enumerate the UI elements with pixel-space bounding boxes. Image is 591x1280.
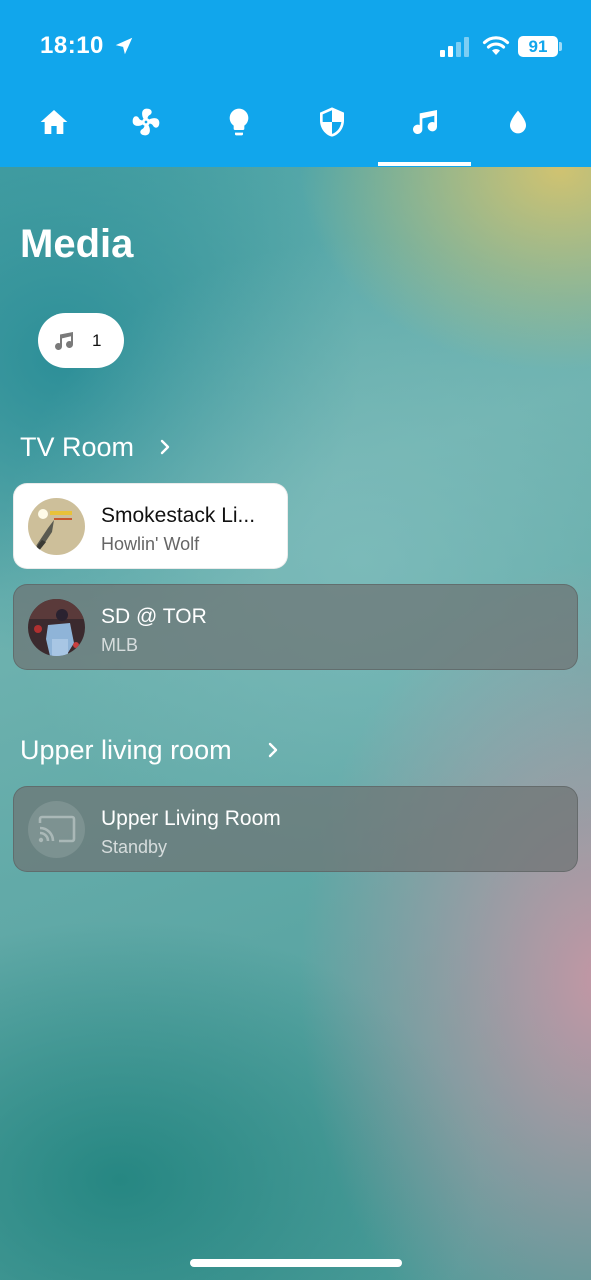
media-player-name: Upper Living Room <box>101 807 281 830</box>
media-channel: MLB <box>101 635 139 655</box>
cellular-signal-icon <box>440 37 469 57</box>
cast-icon-wrapper <box>28 801 85 858</box>
music-note-icon <box>413 110 437 135</box>
section-title-upper-living-room[interactable]: Upper living room <box>20 735 232 766</box>
media-filter-chip[interactable]: 1 <box>38 313 124 368</box>
section-title-tv-room[interactable]: TV Room <box>20 432 134 463</box>
chip-count: 1 <box>92 331 102 350</box>
media-title: SD @ TOR <box>101 605 207 628</box>
location-arrow-icon <box>115 37 133 55</box>
tab-security[interactable] <box>286 98 378 166</box>
fan-icon <box>132 108 160 136</box>
media-player-card[interactable]: Smokestack Li... Howlin' Wolf <box>13 483 288 569</box>
chevron-right-icon[interactable] <box>158 438 172 456</box>
media-player-card[interactable]: Upper Living Room Standby <box>13 786 578 872</box>
tab-fan[interactable] <box>100 98 192 166</box>
media-player-card[interactable]: SD @ TOR MLB <box>13 584 578 670</box>
cast-icon <box>38 815 76 843</box>
home-indicator[interactable] <box>190 1259 402 1267</box>
battery-nub <box>559 42 562 51</box>
chevron-right-icon[interactable] <box>266 741 280 759</box>
home-icon <box>40 110 68 134</box>
media-artist: Howlin' Wolf <box>101 534 200 554</box>
status-time: 18:10 <box>40 32 104 59</box>
lightbulb-icon <box>229 108 249 136</box>
game-thumbnail <box>28 599 85 656</box>
tab-water[interactable] <box>472 98 564 166</box>
media-title: Smokestack Li... <box>101 504 256 527</box>
media-state: Standby <box>101 837 168 857</box>
shield-icon <box>320 107 344 137</box>
tab-home[interactable] <box>8 98 100 166</box>
water-drop-icon <box>510 110 526 134</box>
page-title: Media <box>20 222 134 266</box>
top-bar: 18:10 91 <box>0 0 591 167</box>
music-note-icon <box>55 332 73 351</box>
wifi-icon <box>482 36 510 55</box>
album-art <box>28 498 85 555</box>
tab-lights[interactable] <box>193 98 285 166</box>
battery-indicator: 91 <box>518 36 558 57</box>
battery-level: 91 <box>528 37 548 56</box>
active-tab-indicator <box>378 162 471 166</box>
tab-media[interactable] <box>379 98 471 166</box>
